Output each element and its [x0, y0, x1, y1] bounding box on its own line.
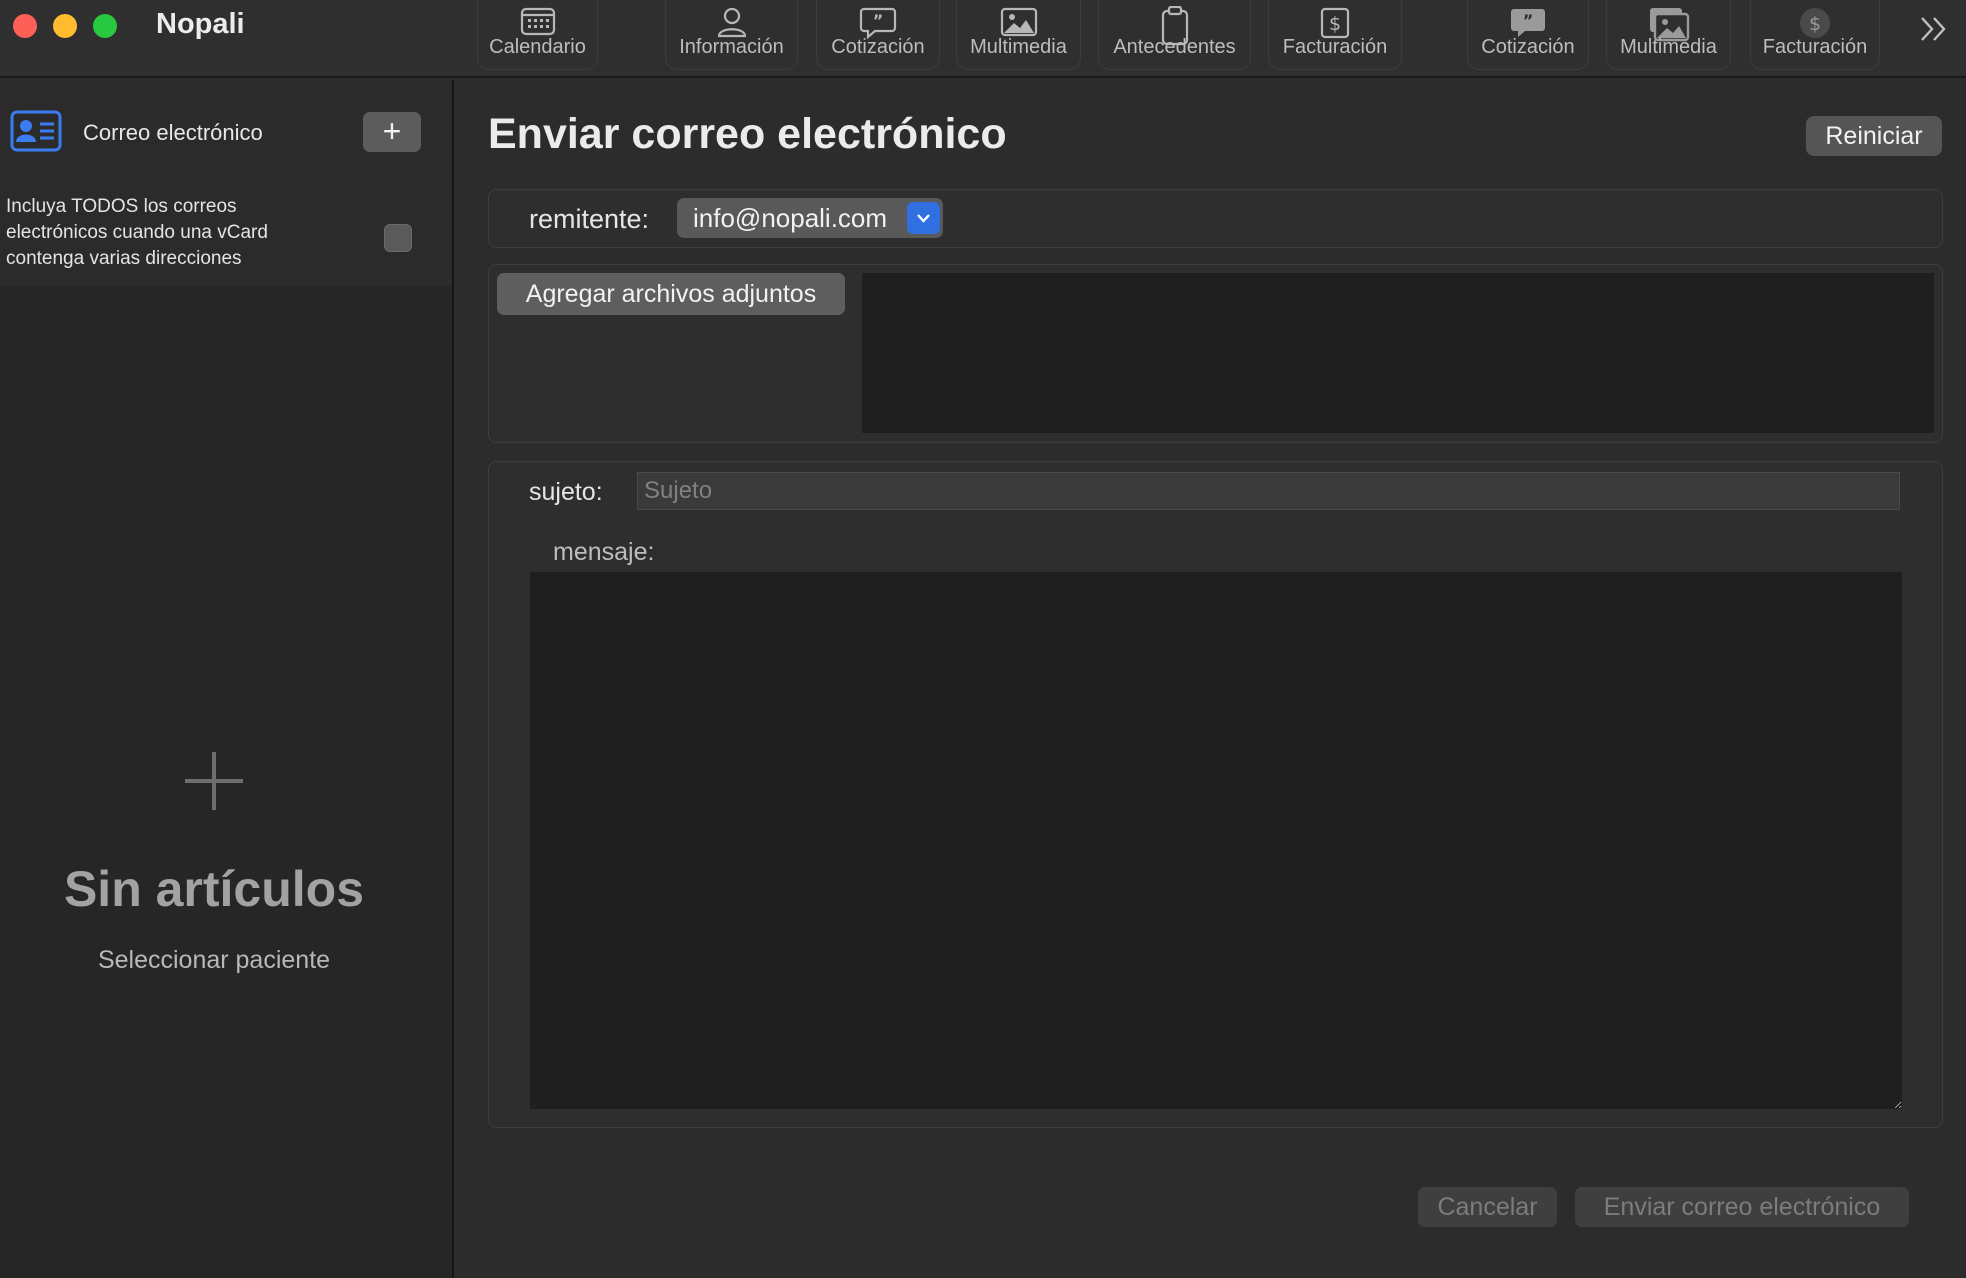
toolbar-item-label: Información [679, 36, 784, 58]
svg-text:$: $ [1329, 13, 1341, 35]
svg-text:$: $ [1809, 13, 1821, 35]
toolbar-item-label: Calendario [489, 36, 586, 58]
zoom-window-button[interactable] [93, 14, 117, 38]
toolbar-item-antecedentes[interactable]: Antecedentes [1098, 0, 1251, 70]
attachments-list[interactable] [862, 273, 1934, 433]
chevron-down-icon [907, 202, 940, 234]
app-window: Nopali Calendario Información ” Cotizaci… [0, 0, 1966, 1278]
sender-value: info@nopali.com [693, 203, 888, 233]
plus-icon: + [382, 113, 402, 149]
toolbar-item-informacion[interactable]: Información [665, 0, 798, 70]
empty-state-subtitle: Seleccionar paciente [97, 946, 331, 974]
email-compose-pane: Enviar correo electrónico Reiniciar remi… [456, 80, 1966, 1278]
toolbar-item-label: Antecedentes [1113, 36, 1236, 58]
toolbar-item-cotizacion-2[interactable]: ” Cotización [1467, 0, 1589, 70]
add-attachments-button[interactable]: Agregar archivos adjuntos [497, 273, 845, 315]
toolbar-item-multimedia[interactable]: Multimedia [956, 0, 1081, 70]
message-panel: sujeto: mensaje: [488, 461, 1943, 1128]
reset-button[interactable]: Reiniciar [1806, 116, 1942, 156]
cancel-button[interactable]: Cancelar [1418, 1187, 1557, 1227]
contact-card-icon [10, 110, 62, 157]
toolbar: Nopali Calendario Información ” Cotizaci… [0, 0, 1966, 78]
sender-panel: remitente: info@nopali.com [488, 189, 1943, 248]
message-textarea[interactable] [530, 572, 1902, 1109]
subject-input[interactable] [637, 472, 1900, 510]
toolbar-item-label: Multimedia [970, 36, 1067, 58]
close-window-button[interactable] [13, 14, 37, 38]
sender-select[interactable]: info@nopali.com [677, 198, 943, 238]
plus-icon [183, 750, 245, 817]
toolbar-item-facturacion[interactable]: $ Facturación [1268, 0, 1402, 70]
page-title: Enviar correo electrónico [488, 110, 1007, 158]
toolbar-item-label: Facturación [1762, 36, 1868, 58]
sidebar-header: Correo electrónico + Incluya TODOS los c… [0, 80, 452, 286]
toolbar-item-label: Multimedia [1620, 36, 1717, 58]
svg-text:”: ” [873, 11, 884, 30]
svg-text:”: ” [1523, 11, 1534, 30]
toolbar-item-multimedia-2[interactable]: Multimedia [1606, 0, 1731, 70]
empty-state-title: Sin artículos [63, 861, 365, 917]
sender-label: remitente: [529, 204, 650, 234]
minimize-window-button[interactable] [53, 14, 77, 38]
toolbar-item-label: Facturación [1282, 36, 1388, 58]
include-all-emails-label: Incluya TODOS los correos electrónicos c… [6, 196, 268, 269]
app-title: Nopali [156, 8, 245, 40]
toolbar-item-label: Cotización [831, 36, 925, 58]
subject-label: sujeto: [529, 478, 603, 506]
send-email-button[interactable]: Enviar correo electrónico [1575, 1187, 1909, 1227]
toolbar-item-facturacion-2[interactable]: $ Facturación [1750, 0, 1880, 70]
toolbar-item-cotizacion[interactable]: ” Cotización [816, 0, 940, 70]
double-chevron-right-icon[interactable] [1918, 14, 1950, 49]
toolbar-item-label: Cotización [1481, 36, 1575, 58]
sidebar: Correo electrónico + Incluya TODOS los c… [0, 80, 454, 1278]
sidebar-title: Correo electrónico [83, 120, 263, 145]
add-email-button[interactable]: + [363, 112, 421, 152]
include-all-emails-checkbox[interactable] [384, 224, 412, 252]
attachments-panel: Agregar archivos adjuntos [488, 264, 1943, 443]
toolbar-item-calendario[interactable]: Calendario [477, 0, 598, 70]
message-label: mensaje: [553, 538, 655, 566]
